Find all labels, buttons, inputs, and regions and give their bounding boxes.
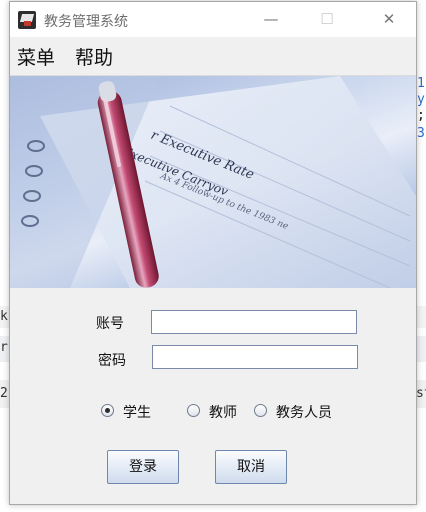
radio-selected-dot [105,408,110,413]
radio-button[interactable] [254,404,267,417]
password-field[interactable] [152,345,358,369]
app-icon [18,11,36,29]
background-text-fragment: k [0,309,8,324]
window-title: 教务管理系统 [44,14,128,30]
banner-illustration: r Executive Rate Executive Carryov Ax 4 … [10,76,416,288]
background-text-fragment: y [417,92,425,107]
radio-button-selected[interactable] [101,404,114,417]
title-bar[interactable]: 教务管理系统 — ☐ ✕ [10,2,416,37]
account-field[interactable] [151,310,357,334]
menu-item-help[interactable]: 帮助 [75,43,113,70]
role-label-staff: 教务人员 [276,405,332,421]
background-text-fragment: st [416,386,426,401]
background-text-fragment: 2 [0,386,8,401]
login-button[interactable]: 登录 [107,450,179,484]
cancel-button[interactable]: 取消 [215,450,287,484]
role-label-teacher: 教师 [209,405,237,421]
role-label-student: 学生 [123,405,151,421]
account-label: 账号 [96,316,124,332]
background-text-fragment: 1 [417,76,425,91]
minimize-button[interactable]: — [248,2,294,37]
close-button[interactable]: ✕ [366,2,412,37]
login-window: 教务管理系统 — ☐ ✕ 菜单 帮助 r Executive Rate Exec… [9,1,417,505]
menu-bar: 菜单 帮助 [10,37,416,76]
maximize-button: ☐ [320,10,334,28]
radio-button[interactable] [187,404,200,417]
background-text-fragment: ; [417,108,425,123]
password-label: 密码 [98,353,126,369]
background-text-fragment: 3 [417,126,425,141]
banner-image: r Executive Rate Executive Carryov Ax 4 … [10,76,416,288]
menu-item-menu[interactable]: 菜单 [17,43,55,70]
